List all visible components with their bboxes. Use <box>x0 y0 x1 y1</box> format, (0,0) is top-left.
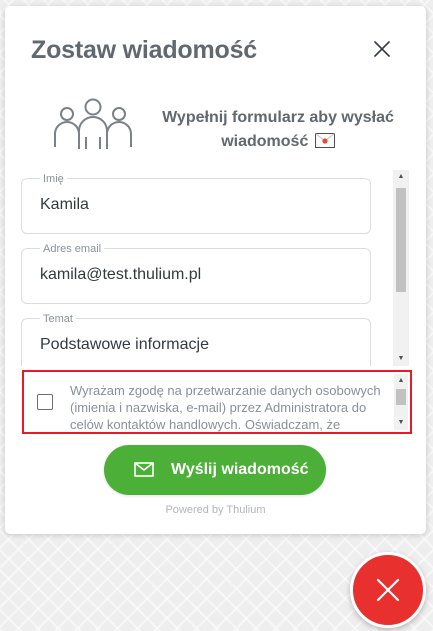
send-button-label: Wyślij wiadomość <box>171 461 309 478</box>
close-icon <box>376 578 400 602</box>
form-scrollbar[interactable]: ▲ ▼ <box>393 170 409 366</box>
intro-line-1: Wypełnij formularz aby wysłać <box>162 109 394 126</box>
subject-field: Temat <box>21 313 371 366</box>
close-button[interactable] <box>372 39 392 59</box>
contact-widget: Zostaw wiadomość Wypełnij formularz aby … <box>5 6 426 534</box>
scroll-up-arrow-icon[interactable]: ▲ <box>394 374 408 388</box>
scroll-up-arrow-icon[interactable]: ▲ <box>393 170 409 184</box>
intro-text: Wypełnij formularz aby wysłać wiadomość <box>143 106 413 154</box>
first-name-input[interactable] <box>40 196 360 214</box>
envelope-emoji-icon <box>314 133 335 148</box>
envelope-icon <box>134 462 154 477</box>
intro-section: Wypełnij formularz aby wysłać wiadomość <box>53 97 413 157</box>
scroll-down-arrow-icon[interactable]: ▼ <box>393 352 409 366</box>
powered-by-label: Powered by Thulium <box>165 504 266 516</box>
subject-label: Temat <box>40 313 76 325</box>
email-input[interactable] <box>40 266 360 284</box>
email-field: Adres email <box>21 243 371 304</box>
consent-scrollbar-thumb[interactable] <box>396 389 406 405</box>
consent-section: Wyrażam zgodę na przetwarzanie danych os… <box>22 370 412 434</box>
first-name-field: Imię <box>21 173 371 234</box>
intro-line-2: wiadomość <box>143 130 413 154</box>
consent-scrollbar[interactable]: ▲ ▼ <box>394 374 408 430</box>
first-name-label: Imię <box>40 173 67 185</box>
intro-line-2-text: wiadomość <box>221 133 309 150</box>
scroll-down-arrow-icon[interactable]: ▼ <box>394 416 408 430</box>
email-label: Adres email <box>40 243 105 255</box>
consent-checkbox[interactable] <box>37 394 53 410</box>
subject-input[interactable] <box>40 336 360 354</box>
close-chat-fab-button[interactable] <box>350 552 426 628</box>
close-icon <box>374 41 390 57</box>
form-scrollbar-thumb[interactable] <box>396 188 406 292</box>
form-scroll-area[interactable]: Imię Adres email Temat ▲ ▼ <box>21 170 409 366</box>
team-people-icon <box>54 98 132 149</box>
widget-title: Zostaw wiadomość <box>31 36 258 64</box>
consent-text: Wyrażam zgodę na przetwarzanie danych os… <box>70 383 381 432</box>
send-message-button[interactable]: Wyślij wiadomość <box>104 445 326 495</box>
